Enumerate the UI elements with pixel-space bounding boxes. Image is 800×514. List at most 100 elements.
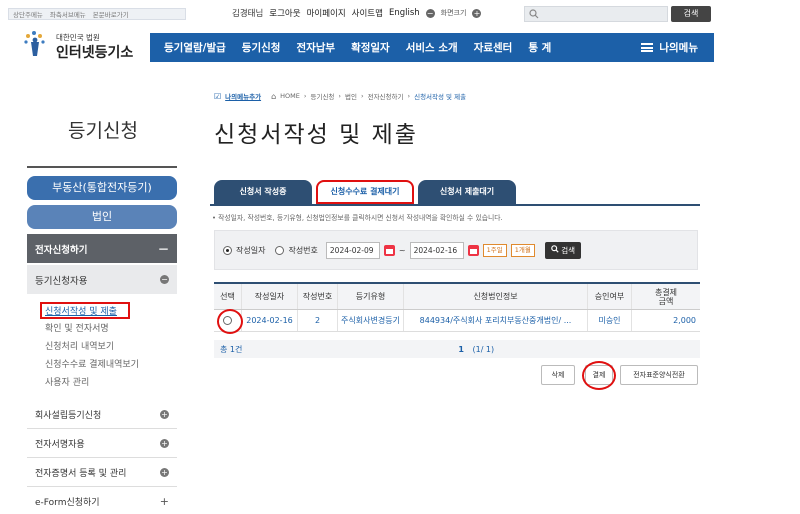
row-date[interactable]: 2024-02-16 bbox=[242, 310, 298, 331]
user-name: 김경태님 bbox=[232, 9, 264, 19]
realestate-button[interactable]: 부동산(통합전자등기) bbox=[27, 176, 177, 200]
crumb-e-apply[interactable]: 전자신청하기 bbox=[368, 91, 404, 101]
skip-link-top[interactable]: 상단주메뉴 bbox=[13, 9, 43, 19]
breadcrumb: ☑ 나의메뉴추가 ⌂ HOME › 등기신청 › 법인 › 전자신청하기 › 신청서작성… bbox=[214, 91, 467, 102]
nav-item-view[interactable]: 등기열람/발급 bbox=[150, 40, 234, 55]
utility-bar: 김경태님 로그아웃 마이페이지 사이트맵 English − 화면크기 + bbox=[232, 5, 482, 21]
col-select: 선택 bbox=[214, 284, 242, 309]
crumb-home[interactable]: HOME bbox=[280, 92, 300, 100]
sidebar-divider bbox=[27, 166, 177, 168]
sidebar-item-label: 전자서명자용 bbox=[35, 439, 85, 450]
row-amount: 2,000 bbox=[673, 316, 696, 325]
date-tilde: ~ bbox=[398, 245, 406, 255]
page-number[interactable]: 1 bbox=[458, 345, 464, 354]
sidebar-item-eform[interactable]: e-Form신청하기 + bbox=[27, 487, 177, 514]
main-nav: 등기열람/발급 등기신청 전자납부 확정일자 서비스 소개 자료센터 통 계 나… bbox=[150, 33, 714, 62]
plus-icon: + bbox=[159, 495, 169, 508]
tab-fee-pending[interactable]: 신청수수료 결제대기 bbox=[316, 180, 414, 204]
col-amount: 총결제 금액 bbox=[654, 287, 678, 306]
skip-link-body[interactable]: 본문바로가기 bbox=[93, 9, 129, 19]
page-title: 신청서작성 및 제출 bbox=[214, 122, 418, 148]
month-button[interactable]: 1개월 bbox=[510, 243, 535, 257]
skip-link-side[interactable]: 좌측서브메뉴 bbox=[50, 9, 86, 19]
total-count: 총 1건 bbox=[220, 344, 243, 354]
sitemap-link[interactable]: 사이트맵 bbox=[352, 7, 383, 19]
nav-item-stats[interactable]: 통 계 bbox=[520, 40, 559, 55]
table-row[interactable]: 2024-02-16 2 주식회사변경등기 844934/주식회사 포리치부동산… bbox=[214, 310, 700, 332]
radio-date-label: 작성일자 bbox=[236, 245, 266, 255]
convert-button[interactable]: 전자표준양식전환 bbox=[620, 365, 698, 385]
sidebar-item-cert[interactable]: 전자증명서 등록 및 관리 + bbox=[27, 458, 177, 487]
crumb-apply[interactable]: 등기신청 bbox=[310, 91, 334, 101]
sidebar-sub-history[interactable]: 신청처리 내역보기 bbox=[45, 339, 114, 352]
mypage-link[interactable]: 마이페이지 bbox=[307, 7, 346, 19]
table-footer: 총 1건 1 (1/ 1) bbox=[214, 340, 700, 358]
col-type: 등기유형 bbox=[338, 284, 404, 309]
nav-item-fixed-date[interactable]: 확정일자 bbox=[343, 40, 398, 55]
sidebar-item-e-apply[interactable]: 전자신청하기 － bbox=[27, 234, 177, 263]
english-link[interactable]: English bbox=[389, 8, 420, 18]
collapse-icon: － bbox=[158, 242, 169, 256]
check-icon: ☑ bbox=[214, 91, 222, 101]
search-button[interactable]: 검색 bbox=[671, 6, 711, 22]
sidebar-sub-sign[interactable]: 확인 및 전자서명 bbox=[45, 321, 109, 334]
sidebar-sub-users[interactable]: 사용자 관리 bbox=[45, 375, 89, 388]
row-number[interactable]: 2 bbox=[298, 310, 338, 331]
logo[interactable]: 대한민국 법원 인터넷등기소 bbox=[18, 26, 138, 64]
home-icon: ⌂ bbox=[271, 91, 277, 101]
sidebar-item-label: 전자증명서 등록 및 관리 bbox=[35, 468, 127, 479]
sidebar-item-signer[interactable]: 전자서명자용 + bbox=[27, 429, 177, 458]
add-favorite-link[interactable]: 나의메뉴추가 bbox=[225, 91, 261, 101]
calendar-icon[interactable] bbox=[467, 244, 479, 256]
tab-underline bbox=[210, 204, 700, 206]
radio-number-label: 작성번호 bbox=[288, 245, 318, 255]
col-approval: 승인여부 bbox=[588, 284, 632, 309]
nav-item-service[interactable]: 서비스 소개 bbox=[398, 40, 466, 55]
nav-item-resources[interactable]: 자료센터 bbox=[466, 40, 521, 55]
search-panel: 작성일자 작성번호 2024-02-09 ~ 2024-02-16 1주일 1개… bbox=[214, 230, 698, 270]
search-icon bbox=[551, 244, 559, 253]
col-number: 작성번호 bbox=[298, 284, 338, 309]
radio-number[interactable] bbox=[275, 245, 285, 255]
page-info: (1/ 1) bbox=[472, 344, 495, 354]
highlight-circle bbox=[582, 361, 616, 390]
info-note: • 작성일자, 작성번호, 등기유형, 신청법인정보를 클릭하시면 신청서 작성… bbox=[212, 214, 503, 222]
zoom-out-icon[interactable]: − bbox=[425, 8, 435, 18]
date-to-input[interactable]: 2024-02-16 bbox=[409, 241, 464, 259]
sidebar-item-label: 전자신청하기 bbox=[35, 244, 88, 256]
side-title: 등기신청 bbox=[68, 120, 138, 142]
search-input[interactable] bbox=[524, 6, 668, 22]
row-info[interactable]: 844934/주식회사 포리치부동산중개법인/ ... bbox=[404, 310, 588, 331]
date-from-input[interactable]: 2024-02-09 bbox=[325, 241, 380, 259]
nav-item-apply[interactable]: 등기신청 bbox=[234, 40, 289, 55]
sidebar-item-label: 등기신청자용 bbox=[35, 275, 88, 287]
zoom-in-icon[interactable]: + bbox=[472, 8, 482, 18]
radio-date[interactable] bbox=[223, 245, 232, 255]
sidebar-item-company-setup[interactable]: 회사설립등기신청 + bbox=[27, 400, 177, 429]
nav-item-payment[interactable]: 전자납부 bbox=[288, 40, 343, 55]
highlight-circle bbox=[217, 309, 243, 334]
col-info: 신청법인정보 bbox=[404, 284, 588, 309]
expand-icon: + bbox=[160, 409, 169, 419]
crumb-corp[interactable]: 법인 bbox=[345, 91, 357, 101]
crumb-current: 신청서작성 및 제출 bbox=[414, 93, 467, 101]
calendar-icon[interactable] bbox=[383, 244, 395, 256]
week-button[interactable]: 1주일 bbox=[482, 243, 507, 257]
delete-button[interactable]: 삭제 bbox=[541, 365, 575, 385]
tab-writing[interactable]: 신청서 작성중 bbox=[214, 180, 312, 204]
pager: 1 (1/ 1) bbox=[458, 345, 494, 354]
sidebar-sub-fee[interactable]: 신청수수료 결제내역보기 bbox=[45, 357, 139, 370]
tab-submit-pending[interactable]: 신청서 제출대기 bbox=[418, 180, 516, 204]
logout-link[interactable]: 로그아웃 bbox=[269, 7, 300, 19]
sidebar-item-reg-user[interactable]: 등기신청자용 − bbox=[27, 265, 177, 294]
logo-title: 인터넷등기소 bbox=[56, 45, 134, 61]
search-submit-button[interactable]: 검색 bbox=[544, 241, 582, 259]
expand-icon: + bbox=[160, 438, 169, 448]
hamburger-icon bbox=[641, 43, 654, 52]
search-icon bbox=[529, 9, 539, 19]
my-menu-label: 나의메뉴 bbox=[659, 42, 698, 54]
row-type[interactable]: 주식회사변경등기 bbox=[338, 310, 404, 331]
collapse-icon: − bbox=[160, 275, 169, 284]
corp-button[interactable]: 법인 bbox=[27, 205, 177, 229]
my-menu-button[interactable]: 나의메뉴 bbox=[641, 40, 714, 55]
